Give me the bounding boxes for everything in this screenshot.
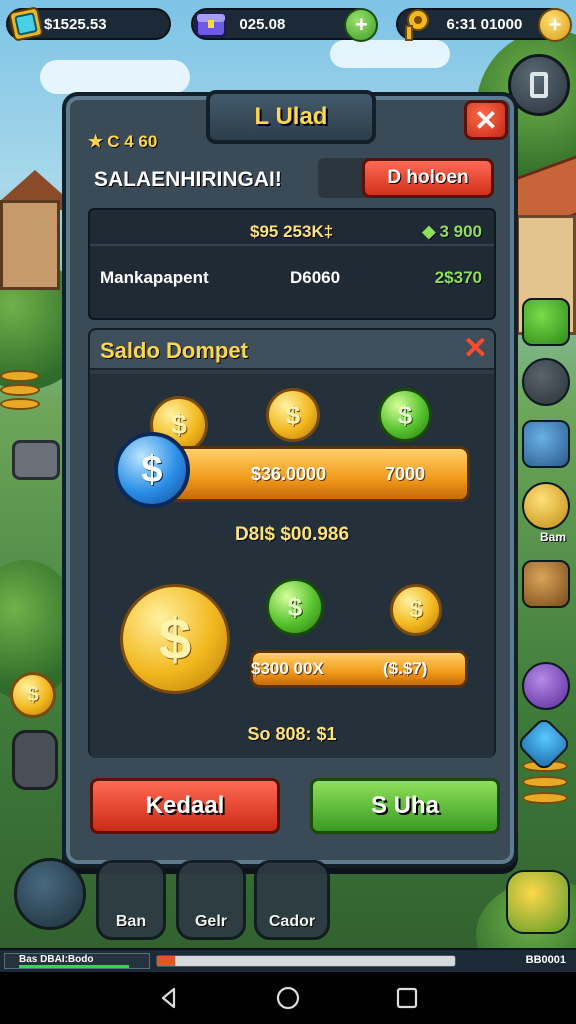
green-coin-icon: $ <box>378 388 432 442</box>
home-icon <box>276 986 300 1010</box>
progress-bar <box>156 955 456 967</box>
green-coin-icon: $ <box>266 578 324 636</box>
barrel-icon <box>12 440 60 480</box>
gold-key-icon <box>396 4 436 44</box>
star-icon: ★ <box>88 132 104 151</box>
coin-stack <box>0 384 40 396</box>
balance-right: 7000 <box>385 463 426 484</box>
chest-icon <box>191 4 231 44</box>
map-icon[interactable] <box>522 420 570 468</box>
blue-coin-icon: $ <box>114 432 190 508</box>
inventory-icon[interactable] <box>14 858 86 930</box>
special-offer-icon[interactable] <box>506 870 570 934</box>
confirm-button[interactable]: S Uha <box>310 778 500 834</box>
info-amount-b: ◆ 3 900 <box>422 222 482 242</box>
balance-left: $36.0000 <box>251 463 327 484</box>
info-amount-b-value: 3 900 <box>439 222 482 241</box>
settings-icon[interactable] <box>522 358 570 406</box>
pot-icon <box>12 730 58 790</box>
dock-label: Cador <box>268 913 316 930</box>
add-chest-button[interactable]: + <box>344 8 379 42</box>
chest-counter: 025.08 + <box>191 8 379 42</box>
wallet-middle-text: D8I$ $00.986 <box>234 524 350 545</box>
header-action-button[interactable]: D holoen <box>362 158 494 198</box>
coin-stack <box>0 370 40 382</box>
dock-label: Gelr <box>194 913 227 930</box>
level-value: C 4 60 <box>107 132 158 151</box>
dock-item-gelr[interactable]: Gelr <box>176 860 246 940</box>
coin-stack <box>522 792 568 804</box>
gem-amount: $1525.53 <box>44 15 107 33</box>
reward-right: ($.$7) <box>383 659 428 678</box>
chest-amount: 025.08 <box>239 15 286 33</box>
level-indicator: ★ C 4 60 <box>88 132 157 152</box>
gold-amount: 6:31 01000 <box>446 15 523 33</box>
status-left: Bas DBAI:Bodo <box>4 953 150 969</box>
modal-title: L Ulad <box>206 90 376 144</box>
dock-item-ban[interactable]: Ban <box>96 860 166 940</box>
wallet-close-icon[interactable]: ✕ <box>463 334 488 364</box>
system-navbar <box>0 972 576 1024</box>
home-button[interactable] <box>268 978 308 1018</box>
status-right: BB0001 <box>525 954 566 966</box>
top-resource-bar: $1525.53 025.08 + 6:31 01000 + <box>0 0 576 48</box>
cube-icon[interactable] <box>522 298 570 346</box>
wallet-modal: L Ulad ✕ ★ C 4 60 SALAENHIRINGAI! D holo… <box>62 90 518 868</box>
gold-coin-icon: $ <box>390 584 442 636</box>
info-row: $95 253K‡ ◆ 3 900 <box>90 220 494 246</box>
sword-icon[interactable] <box>522 662 570 710</box>
dock-label: Ban <box>115 913 147 930</box>
cancel-button[interactable]: Kedaal <box>90 778 280 834</box>
dock-item-cador[interactable]: Cador <box>254 860 330 940</box>
close-button[interactable]: ✕ <box>464 100 508 140</box>
section-title: SALAENHIRINGAI! <box>94 168 282 191</box>
big-gold-coin-icon: $ <box>120 584 230 694</box>
add-gold-button[interactable]: + <box>538 8 572 42</box>
cloud <box>40 60 190 94</box>
side-item-label: Bam <box>539 530 566 544</box>
info-amount-a: $95 253K‡ <box>250 222 334 241</box>
coin-icon: $ <box>10 672 56 718</box>
info-right-value: 2$370 <box>434 268 482 287</box>
gem-icon <box>6 4 46 44</box>
info-panel: $95 253K‡ ◆ 3 900 Mankapapent D6060 2$37… <box>88 208 496 320</box>
pause-icon <box>530 72 548 98</box>
balance-bar: $36.0000 7000 <box>162 446 470 502</box>
back-icon <box>162 987 176 1009</box>
close-icon: ✕ <box>474 104 498 136</box>
coin-stack <box>0 398 40 410</box>
reward-bar: $300 00X ($.$7) <box>250 650 468 688</box>
gem-counter: $1525.53 <box>6 7 172 41</box>
coin-stack <box>522 776 568 788</box>
gold-counter: 6:31 01000 + <box>396 8 572 42</box>
wallet-header: Saldo Dompet ✕ <box>90 330 494 370</box>
recents-button[interactable] <box>387 978 427 1018</box>
wallet-bottom-text: So 808: $1 <box>247 724 337 744</box>
recents-icon <box>396 987 417 1009</box>
wallet-title: Saldo Dompet <box>100 338 248 363</box>
house <box>0 200 60 290</box>
status-bar: Bas DBAI:Bodo BB0001 <box>0 948 576 972</box>
wallet-panel: Saldo Dompet ✕ $ $ $ $36.0000 7000 $ D8I… <box>88 328 496 758</box>
gem-small-icon: ◆ <box>422 222 436 241</box>
info-mid-value: D6060 <box>290 268 341 287</box>
gold-coin-icon: $ <box>266 388 320 442</box>
reward-left: $300 00X <box>251 659 324 678</box>
tools-icon[interactable] <box>522 560 570 608</box>
progress-fill <box>157 956 175 966</box>
info-label: Mankapapent <box>100 268 209 287</box>
gold-coin-icon[interactable] <box>522 482 570 530</box>
wallet-body: $ $ $ $36.0000 7000 $ D8I$ $00.986 $ $ $… <box>90 374 494 758</box>
back-button[interactable] <box>149 978 189 1018</box>
